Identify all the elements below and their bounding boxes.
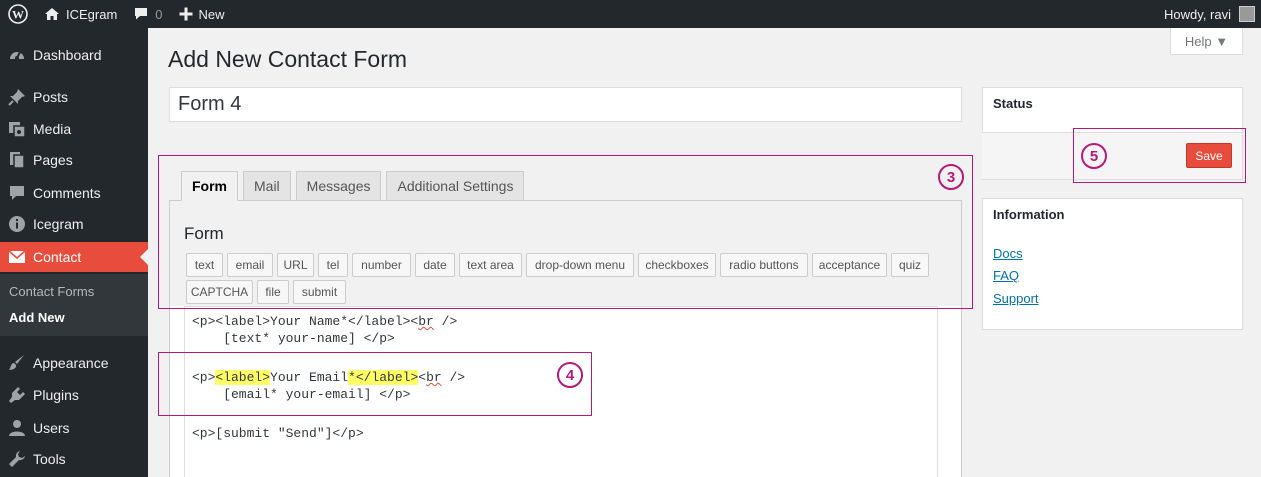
comment-icon: [7, 184, 27, 202]
sidebar-item-users[interactable]: Users: [0, 413, 148, 443]
annotation-number-3: 3: [938, 164, 964, 190]
site-name: ICEgram: [66, 6, 118, 22]
form-title-input[interactable]: [169, 87, 962, 122]
pin-icon: [7, 88, 27, 106]
sidebar-item-label: Users: [33, 420, 70, 436]
sidebar-item-comments[interactable]: Comments: [0, 178, 148, 208]
annotation-box-4: [158, 352, 592, 416]
sidebar-item-pages[interactable]: Pages: [0, 145, 148, 175]
brush-icon: [7, 354, 27, 372]
contact-submenu: Contact Forms Add New: [0, 274, 148, 336]
submenu-item-contact-forms[interactable]: Contact Forms: [9, 284, 94, 299]
wordpress-logo-icon[interactable]: W: [0, 0, 36, 28]
code-line: <p><label>Your Name*</label><br />: [192, 314, 458, 329]
help-button[interactable]: Help ▼: [1170, 28, 1243, 55]
sidebar-item-media[interactable]: Media: [0, 114, 148, 144]
sidebar-item-label: Contact: [33, 249, 82, 265]
user-icon: [7, 419, 27, 437]
status-box-title: Status: [993, 96, 1033, 111]
code-line: <p>[submit "Send"]</p>: [192, 426, 364, 441]
site-name-link[interactable]: ICEgram: [36, 0, 125, 28]
annotation-number-4: 4: [557, 362, 583, 388]
comment-bubble-icon: [135, 8, 148, 20]
sidebar-item-plugins[interactable]: Plugins: [0, 380, 148, 410]
code-line: [text* your-name] </p>: [192, 331, 395, 346]
my-account-link[interactable]: Howdy, ravi: [1156, 0, 1261, 28]
sidebar-item-dashboard[interactable]: Dashboard: [0, 40, 148, 70]
howdy-text: Howdy, ravi: [1164, 6, 1231, 22]
pages-icon: [7, 151, 27, 169]
sidebar-item-label: Posts: [33, 89, 69, 105]
wrench-icon: [7, 450, 27, 468]
avatar: [1239, 6, 1255, 22]
sidebar-item-label: Icegram: [33, 216, 84, 232]
sidebar-item-label: Media: [33, 121, 72, 137]
sidebar-item-contact[interactable]: Contact: [0, 242, 148, 272]
page-title: Add New Contact Form: [168, 46, 408, 72]
faq-link[interactable]: FAQ: [993, 268, 1019, 283]
docs-link[interactable]: Docs: [993, 246, 1023, 261]
sidebar-item-appearance[interactable]: Appearance: [0, 348, 148, 378]
support-link[interactable]: Support: [993, 291, 1039, 306]
media-icon: [7, 120, 27, 138]
home-icon: [45, 8, 59, 20]
sidebar-item-tools[interactable]: Tools: [0, 444, 148, 474]
sidebar-item-icegram[interactable]: Icegram: [0, 209, 148, 239]
comments-count: 0: [155, 6, 163, 22]
sidebar-item-posts[interactable]: Posts: [0, 82, 148, 112]
sidebar-item-label: Tools: [33, 451, 66, 467]
information-box-title: Information: [993, 207, 1065, 222]
annotation-box-3: [158, 155, 973, 309]
svg-text:W: W: [12, 8, 24, 22]
new-content-link[interactable]: New: [171, 0, 233, 28]
info-icon: [7, 215, 27, 233]
new-label: New: [198, 6, 225, 22]
submenu-item-add-new[interactable]: Add New: [9, 310, 65, 325]
sidebar-item-label: Pages: [33, 152, 73, 168]
sidebar-item-label: Appearance: [33, 355, 109, 371]
dashboard-icon: [7, 46, 27, 64]
annotation-number-5: 5: [1081, 143, 1107, 169]
sidebar-item-label: Comments: [33, 185, 101, 201]
admin-sidebar: Dashboard Posts Media Pages Comments Ice…: [0, 28, 148, 477]
plugin-icon: [7, 386, 27, 404]
sidebar-item-label: Dashboard: [33, 47, 102, 63]
current-menu-arrow: [140, 249, 148, 265]
comments-link[interactable]: 0: [125, 0, 170, 28]
admin-bar: W ICEgram 0 New Howdy, ravi: [0, 0, 1261, 28]
sidebar-item-label: Plugins: [33, 387, 79, 403]
plus-icon: [179, 7, 193, 21]
envelope-icon: [7, 250, 27, 264]
